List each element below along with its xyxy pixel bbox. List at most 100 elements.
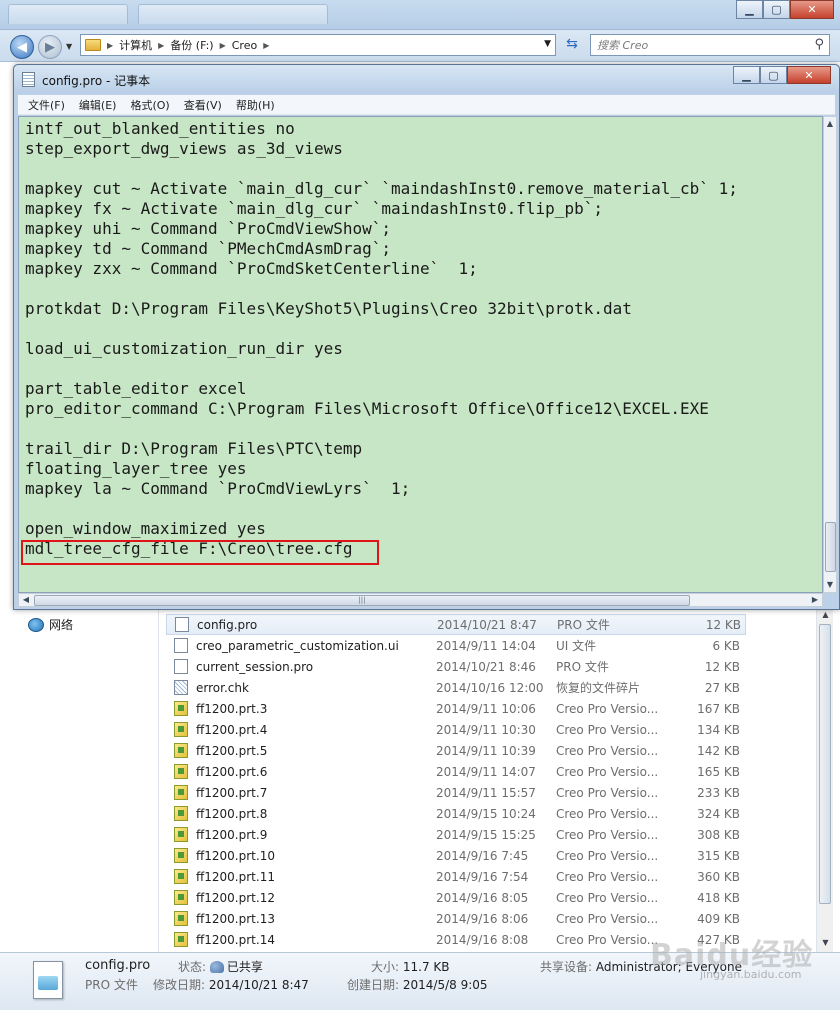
- refresh-button[interactable]: ⇆: [562, 36, 582, 54]
- notepad-window: config.pro - 记事本 ▁ ▢ ✕ 文件(F) 编辑(E) 格式(O)…: [13, 64, 840, 610]
- scroll-up-icon[interactable]: ▲: [817, 610, 834, 624]
- file-row[interactable]: ff1200.prt.10 2014/9/16 7:45 Creo Pro Vers…: [166, 845, 816, 866]
- file-size: 12 KB: [705, 617, 741, 632]
- file-name: ff1200.prt.12: [196, 890, 275, 905]
- detail-file-type: PRO 文件: [85, 978, 138, 992]
- file-row[interactable]: ff1200.prt.9 2014/9/15 15:25 Creo Pro Vers…: [166, 824, 816, 845]
- folder-icon: [85, 39, 101, 51]
- search-input[interactable]: 搜索 Creo ⚲: [590, 34, 830, 56]
- file-size: 27 KB: [704, 680, 740, 695]
- menu-bar: 文件(F) 编辑(E) 格式(O) 查看(V) 帮助(H): [18, 95, 835, 115]
- chevron-right-icon[interactable]: ▶: [158, 41, 164, 50]
- close-button[interactable]: ✕: [787, 66, 831, 84]
- file-row[interactable]: config.pro 2014/10/21 8:47 PRO 文件 12 KB: [166, 614, 746, 635]
- editor-horizontal-scrollbar[interactable]: ◀ ||| ▶: [18, 593, 823, 607]
- file-row[interactable]: ff1200.prt.3 2014/9/11 10:06 Creo Pro Vers…: [166, 698, 816, 719]
- scrollbar-thumb[interactable]: [819, 624, 831, 904]
- scrollbar-thumb[interactable]: [825, 522, 836, 572]
- explorer-window-controls: ▁ ▢ ✕: [736, 0, 834, 19]
- scroll-down-icon[interactable]: ▼: [824, 578, 836, 592]
- menu-format[interactable]: 格式(O): [130, 97, 169, 113]
- breadcrumb-drive[interactable]: 备份 (F:): [170, 37, 213, 53]
- file-name: ff1200.prt.8: [196, 806, 268, 821]
- file-date: 2014/10/21 8:46: [436, 659, 536, 674]
- scroll-up-icon[interactable]: ▲: [824, 117, 836, 131]
- file-date: 2014/9/11 10:06: [436, 701, 536, 716]
- chevron-right-icon[interactable]: ▶: [220, 41, 226, 50]
- menu-file[interactable]: 文件(F): [28, 97, 65, 113]
- back-button[interactable]: ◀: [10, 35, 34, 59]
- file-name: ff1200.prt.7: [196, 785, 268, 800]
- detail-label: 修改日期:: [153, 978, 206, 992]
- file-type: Creo Pro Versio...: [556, 785, 659, 800]
- file-row[interactable]: ff1200.prt.5 2014/9/11 10:39 Creo Pro Vers…: [166, 740, 816, 761]
- minimize-button[interactable]: ▁: [736, 0, 763, 19]
- file-size: 134 KB: [697, 722, 740, 737]
- forward-button[interactable]: ▶: [38, 35, 62, 59]
- detail-label: 大小:: [371, 960, 400, 974]
- file-row[interactable]: creo_parametric_customization.ui 2014/9/1…: [166, 635, 816, 656]
- scrollbar-thumb[interactable]: |||: [34, 595, 690, 606]
- scroll-left-icon[interactable]: ◀: [19, 594, 33, 606]
- file-row[interactable]: ff1200.prt.4 2014/9/11 10:30 Creo Pro Vers…: [166, 719, 816, 740]
- file-type: 恢复的文件碎片: [556, 681, 641, 695]
- file-name: ff1200.prt.10: [196, 848, 275, 863]
- file-name: config.pro: [197, 617, 258, 632]
- scroll-down-icon[interactable]: ▼: [817, 938, 834, 952]
- address-bar[interactable]: ▶ 计算机 ▶ 备份 (F:) ▶ Creo ▶ ▼: [80, 34, 556, 56]
- search-icon[interactable]: ⚲: [814, 37, 824, 52]
- menu-edit[interactable]: 编辑(E): [79, 97, 117, 113]
- file-size: 315 KB: [697, 848, 740, 863]
- nav-item-label: 网络: [49, 618, 74, 632]
- scroll-right-icon[interactable]: ▶: [808, 594, 822, 606]
- breadcrumb-computer[interactable]: 计算机: [119, 37, 152, 53]
- file-date: 2014/9/11 14:04: [436, 638, 536, 653]
- file-type: Creo Pro Versio...: [556, 827, 659, 842]
- file-size: 142 KB: [697, 743, 740, 758]
- detail-modified: 修改日期: 2014/10/21 8:47: [153, 976, 309, 993]
- notepad-title-bar[interactable]: config.pro - 记事本 ▁ ▢ ✕: [14, 65, 839, 93]
- maximize-button[interactable]: ▢: [760, 66, 787, 84]
- menu-help[interactable]: 帮助(H): [236, 97, 275, 113]
- file-row[interactable]: ff1200.prt.11 2014/9/16 7:54 Creo Pro Vers…: [166, 866, 816, 887]
- detail-label: 共享设备:: [540, 960, 593, 974]
- file-type: Creo Pro Versio...: [556, 701, 659, 716]
- detail-size: 大小: 11.7 KB: [371, 958, 450, 975]
- chevron-right-icon[interactable]: ▶: [107, 41, 113, 50]
- file-type: PRO 文件: [556, 660, 609, 674]
- file-row[interactable]: ff1200.prt.13 2014/9/16 8:06 Creo Pro Vers…: [166, 908, 816, 929]
- file-row[interactable]: ff1200.prt.7 2014/9/11 15:57 Creo Pro Vers…: [166, 782, 816, 803]
- explorer-title-bar: ▁ ▢ ✕: [0, 0, 840, 30]
- file-list: config.pro 2014/10/21 8:47 PRO 文件 12 KB creo…: [166, 614, 816, 950]
- detail-value: 11.7 KB: [402, 960, 450, 974]
- file-name: ff1200.prt.9: [196, 827, 268, 842]
- file-date: 2014/9/11 10:30: [436, 722, 536, 737]
- chevron-down-icon[interactable]: ▼: [544, 39, 551, 49]
- menu-view[interactable]: 查看(V): [184, 97, 222, 113]
- chevron-right-icon[interactable]: ▶: [263, 41, 269, 50]
- file-row[interactable]: error.chk 2014/10/16 12:00 恢复的文件碎片 27 KB: [166, 677, 816, 698]
- part-file-icon: [174, 806, 188, 821]
- editor-vertical-scrollbar[interactable]: ▲ ▼: [823, 116, 837, 593]
- nav-item-network[interactable]: 网络: [28, 616, 73, 633]
- maximize-button[interactable]: ▢: [763, 0, 790, 19]
- file-size: 233 KB: [697, 785, 740, 800]
- breadcrumb-creo[interactable]: Creo: [232, 39, 257, 52]
- minimize-button[interactable]: ▁: [733, 66, 760, 84]
- part-file-icon: [174, 764, 188, 779]
- pane-divider[interactable]: [158, 610, 159, 952]
- close-button[interactable]: ✕: [790, 0, 834, 19]
- file-name: creo_parametric_customization.ui: [196, 638, 399, 653]
- recovered-file-icon: [174, 680, 188, 695]
- highlight-box: [21, 540, 379, 565]
- file-list-scrollbar[interactable]: ▲ ▼: [816, 610, 833, 952]
- recent-pages-dropdown[interactable]: ▼: [66, 42, 72, 51]
- editor-content[interactable]: intf_out_blanked_entities no step_export…: [19, 117, 822, 559]
- text-editor[interactable]: intf_out_blanked_entities no step_export…: [18, 116, 823, 593]
- file-date: 2014/9/11 14:07: [436, 764, 536, 779]
- file-row[interactable]: ff1200.prt.8 2014/9/15 10:24 Creo Pro Vers…: [166, 803, 816, 824]
- file-row[interactable]: current_session.pro 2014/10/21 8:46 PRO 文件…: [166, 656, 816, 677]
- file-size: 409 KB: [697, 911, 740, 926]
- file-row[interactable]: ff1200.prt.6 2014/9/11 14:07 Creo Pro Vers…: [166, 761, 816, 782]
- file-row[interactable]: ff1200.prt.12 2014/9/16 8:05 Creo Pro Vers…: [166, 887, 816, 908]
